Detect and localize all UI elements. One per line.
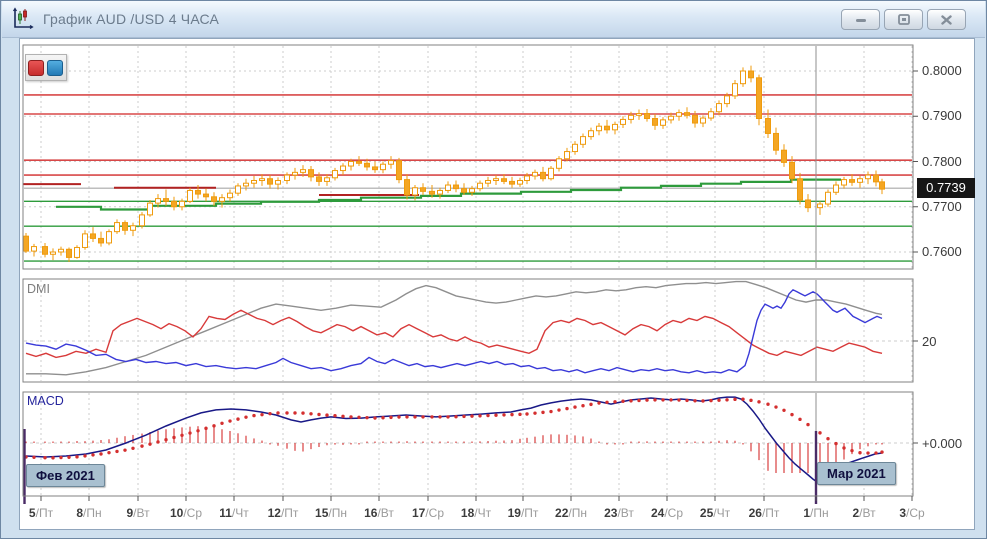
price-axis-label: 0.7800 [922, 154, 962, 169]
time-axis-label: 10/Ср [170, 506, 202, 520]
month-badge-feb: Фев 2021 [26, 464, 105, 487]
dmi-level-label: 20 [922, 334, 936, 349]
time-axis-label: 25/Чт [700, 506, 730, 520]
window-title: График AUD /USD 4 ЧАСА [43, 11, 219, 27]
time-axis-label: 9/Вт [126, 506, 149, 520]
dmi-panel-label: DMI [27, 282, 50, 296]
time-axis-label: 24/Ср [651, 506, 683, 520]
window-controls [841, 9, 966, 30]
price-axis-label: 0.7600 [922, 244, 962, 259]
blue-series-icon[interactable] [47, 60, 63, 76]
time-axis-label: 1/Пн [803, 506, 828, 520]
macd-zero-label: +0.000 [922, 436, 962, 451]
time-axis-label: 8/Пн [76, 506, 101, 520]
chart-client-area[interactable] [19, 38, 975, 530]
close-button[interactable] [927, 9, 966, 30]
time-axis-label: 19/Пт [508, 506, 539, 520]
price-axis-label: 0.7700 [922, 199, 962, 214]
time-axis-label: 2/Вт [852, 506, 875, 520]
chart-mini-toolbar [25, 54, 67, 81]
time-axis-label: 18/Чт [461, 506, 491, 520]
minimize-button[interactable] [841, 9, 880, 30]
time-axis-label: 11/Чт [219, 506, 249, 520]
close-icon [941, 15, 952, 25]
maximize-icon [898, 14, 910, 25]
red-series-icon[interactable] [28, 60, 44, 76]
time-axis-label: 3/Ср [899, 506, 924, 520]
time-axis-label: 5/Пт [29, 506, 53, 520]
chart-window: График AUD /USD 4 ЧАСА DMI MACD 20 +0.00… [0, 0, 987, 539]
time-axis-label: 16/Вт [364, 506, 394, 520]
current-price-badge: 0.7739 [917, 178, 975, 198]
price-axis-label: 0.8000 [922, 63, 962, 78]
minimize-icon [855, 15, 867, 25]
macd-panel-label: MACD [27, 394, 64, 408]
candlestick-chart-icon [11, 7, 35, 31]
time-axis-label: 17/Ср [412, 506, 444, 520]
time-axis-label: 23/Вт [604, 506, 634, 520]
title-bar[interactable]: График AUD /USD 4 ЧАСА [2, 1, 985, 38]
time-axis-label: 15/Пн [315, 506, 347, 520]
time-axis-label: 22/Пн [555, 506, 587, 520]
time-axis-label: 12/Пт [268, 506, 299, 520]
maximize-button[interactable] [884, 9, 923, 30]
price-axis-label: 0.7900 [922, 108, 962, 123]
time-axis-label: 26/Пт [749, 506, 780, 520]
month-badge-mar: Мар 2021 [817, 462, 896, 485]
